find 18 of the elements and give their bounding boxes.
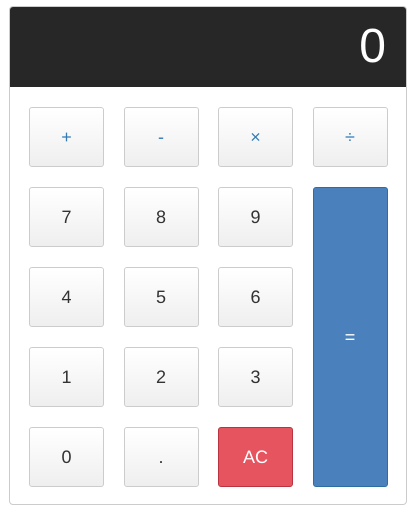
- clear-button[interactable]: AC: [218, 427, 293, 487]
- equals-button[interactable]: =: [312, 187, 388, 487]
- digit-button[interactable]: 7: [29, 187, 104, 247]
- digit-button[interactable]: 5: [124, 267, 198, 327]
- operator-button[interactable]: -: [124, 107, 198, 167]
- digit-button[interactable]: 4: [29, 267, 104, 327]
- digit-button[interactable]: 9: [218, 187, 293, 247]
- digit-button[interactable]: 1: [29, 347, 104, 407]
- digit-button[interactable]: 3: [218, 347, 293, 407]
- digit-button[interactable]: 0: [29, 427, 104, 487]
- operator-button[interactable]: ×: [218, 107, 293, 167]
- operator-button[interactable]: ÷: [312, 107, 388, 167]
- operator-button[interactable]: +: [29, 107, 104, 167]
- digit-button[interactable]: .: [124, 427, 198, 487]
- digit-button[interactable]: 6: [218, 267, 293, 327]
- digit-button[interactable]: 8: [124, 187, 198, 247]
- calculator-display: 0: [10, 7, 406, 87]
- digit-button[interactable]: 2: [124, 347, 198, 407]
